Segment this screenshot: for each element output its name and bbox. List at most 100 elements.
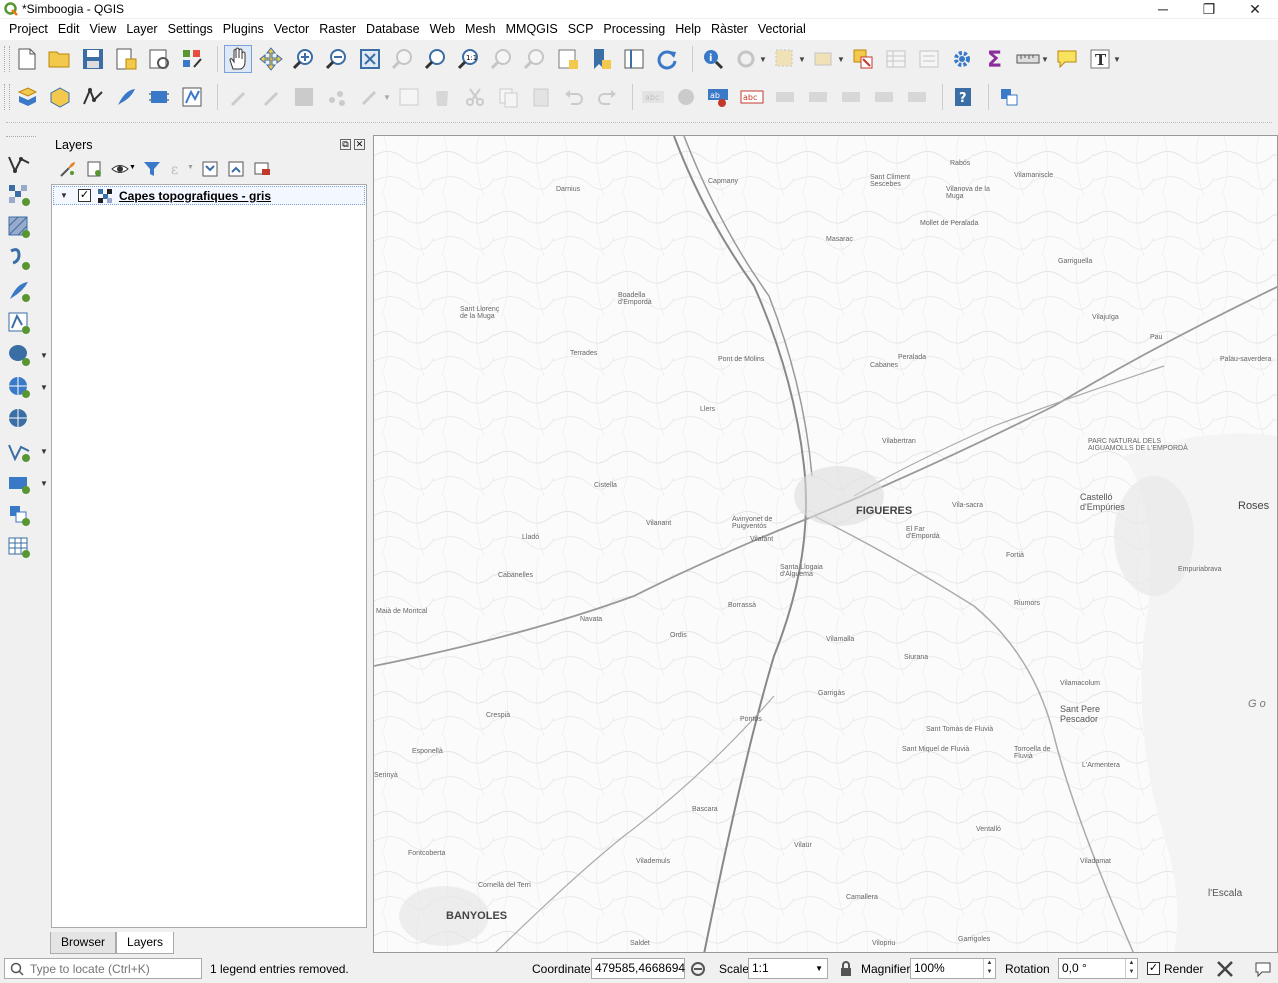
menu-project[interactable]: Project [4,19,53,40]
deselect-all-icon[interactable] [849,45,877,73]
show-hide-labels-icon[interactable] [804,83,832,111]
scale-combo[interactable]: 1:1 ▼ [748,958,828,979]
menu-scp[interactable]: SCP [563,19,599,40]
identify-features-icon[interactable]: i [699,45,727,73]
coordinate-field[interactable]: 479585,4668694 [591,958,685,979]
menu-database[interactable]: Database [361,19,425,40]
show-unplaced-labels-icon[interactable]: abc [738,83,766,111]
remove-layer-icon[interactable] [252,159,272,179]
close-window-button[interactable]: ✕ [1232,0,1278,18]
tab-layers[interactable]: Layers [116,932,175,954]
rotation-spinbox[interactable]: 0,0 ° ▲ ▼ [1058,958,1138,979]
add-wfs-layer-icon[interactable] [6,406,32,432]
redo-icon[interactable] [593,83,621,111]
copy-features-icon[interactable] [494,83,522,111]
locator-search[interactable] [4,958,202,979]
modify-attributes-icon[interactable] [395,83,423,111]
measure-line-icon[interactable] [1014,45,1042,73]
expand-all-icon[interactable] [200,159,220,179]
toolbar-grip[interactable] [6,122,1272,123]
add-wms-layer-icon[interactable]: ▼ [6,374,48,400]
menu-web[interactable]: Web [425,19,460,40]
crs-icon[interactable] [1216,960,1234,981]
add-spatialite-layer-icon[interactable] [6,278,32,304]
menu-view[interactable]: View [84,19,121,40]
attribute-table-icon[interactable] [882,45,910,73]
chevron-down-icon[interactable]: ▼ [40,479,48,488]
chevron-down-icon[interactable]: ▼ [1041,55,1049,64]
pan-map-icon[interactable] [224,45,252,73]
open-project-icon[interactable] [46,45,74,73]
new-shapefile-layer-icon[interactable] [79,83,107,111]
chevron-down-icon[interactable]: ▼ [40,447,48,456]
collapse-all-icon[interactable] [226,159,246,179]
add-point-feature-icon[interactable] [323,83,351,111]
zoom-next-icon[interactable] [521,45,549,73]
add-layer-dropdown-icon[interactable]: ▼ [6,470,48,496]
select-features-icon[interactable] [771,45,799,73]
text-annotation-icon[interactable]: T [1086,45,1114,73]
field-calculator-icon[interactable] [915,45,943,73]
chevron-down-icon[interactable]: ▼ [40,383,48,392]
current-edits-icon[interactable] [224,83,252,111]
add-scp-layer-icon[interactable] [6,502,32,528]
toolbox-gear-icon[interactable] [948,45,976,73]
manage-map-themes-eye-icon[interactable]: ▼ [110,159,136,179]
menu-layer[interactable]: Layer [121,19,162,40]
select-by-value-icon[interactable] [810,45,838,73]
chevron-down-icon[interactable]: ▼ [837,55,845,64]
menu-settings[interactable]: Settings [163,19,218,40]
toggle-editing-icon[interactable] [257,83,285,111]
data-source-manager-icon[interactable] [13,83,41,111]
toolbar-grip[interactable] [4,84,10,110]
add-raster-layer-icon[interactable] [6,182,32,208]
undo-icon[interactable] [560,83,588,111]
actions-icon[interactable] [732,45,760,73]
layer-diagram-icon[interactable] [672,83,700,111]
new-map-view-icon[interactable] [620,45,648,73]
scp-plugin-icon[interactable] [995,83,1023,111]
statistics-sum-icon[interactable]: Σ [981,45,1009,73]
chevron-down-icon[interactable]: ▼ [40,351,48,360]
new-temporary-scratch-layer-icon[interactable] [178,83,206,111]
menu-vectorial[interactable]: Vectorial [753,19,811,40]
chevron-down-icon[interactable]: ▼ [798,55,806,64]
render-checkbox[interactable]: ✓ [1147,962,1160,975]
restore-button[interactable]: ❐ [1186,0,1232,18]
highlight-pinned-labels-icon[interactable]: ab [705,83,733,111]
menu-mesh[interactable]: Mesh [460,19,501,40]
menu-raster-ca[interactable]: Ràster [706,19,753,40]
paste-features-icon[interactable] [527,83,555,111]
style-manager-icon[interactable] [178,45,206,73]
menu-raster[interactable]: Raster [314,19,361,40]
chevron-down-icon[interactable]: ▼ [815,959,823,978]
zoom-full-icon[interactable] [356,45,384,73]
new-project-icon[interactable] [13,45,41,73]
menu-mmqgis[interactable]: MMQGIS [501,19,563,40]
menu-plugins[interactable]: Plugins [218,19,269,40]
spin-arrows-icon[interactable]: ▲ ▼ [983,959,995,978]
map-tips-icon[interactable] [1053,45,1081,73]
magnifier-spinbox[interactable]: 100% ▲ ▼ [910,958,996,979]
toolbar-grip[interactable] [6,136,36,137]
chevron-down-icon[interactable]: ▼ [187,164,194,171]
change-label-icon[interactable] [903,83,931,111]
new-spatial-bookmark-icon[interactable] [554,45,582,73]
spin-arrows-icon[interactable]: ▲ ▼ [1125,959,1137,978]
add-mesh-layer-icon[interactable] [6,214,32,240]
zoom-last-icon[interactable] [488,45,516,73]
tab-browser[interactable]: Browser [50,932,117,954]
zoom-native-icon[interactable]: 1:1 [455,45,483,73]
menu-vector[interactable]: Vector [269,19,314,40]
open-layer-styling-icon[interactable] [58,159,78,179]
cut-features-icon[interactable] [461,83,489,111]
add-group-icon[interactable] [84,159,104,179]
rotate-label-icon[interactable] [870,83,898,111]
layer-visibility-checkbox[interactable]: ✓ [78,189,91,202]
chevron-down-icon[interactable]: ▼ [129,164,136,171]
delete-selected-icon[interactable] [428,83,456,111]
label-layer-settings-icon[interactable]: abc [639,83,667,111]
chevron-down-icon[interactable]: ▼ [1113,55,1121,64]
add-vector-tile-layer-icon[interactable]: ▼ [6,438,48,464]
minimize-button[interactable]: ─ [1140,0,1186,18]
